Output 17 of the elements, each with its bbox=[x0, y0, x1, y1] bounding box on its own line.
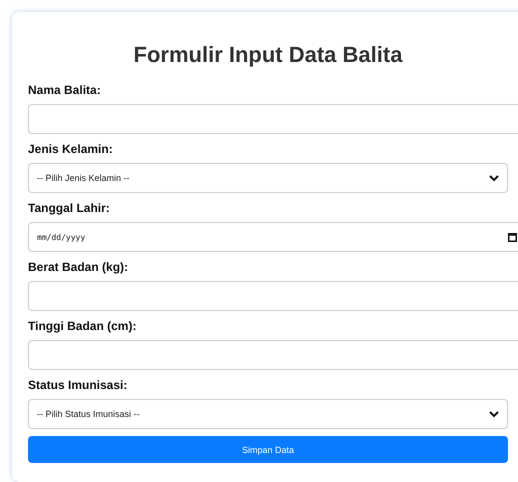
field-label: Tanggal Lahir: bbox=[28, 200, 110, 216]
dropdown[interactable]: -- Pilih Jenis Kelamin -- bbox=[28, 163, 508, 193]
field-label: Nama Balita: bbox=[28, 82, 101, 98]
dropdown[interactable]: -- Pilih Status Imunisasi -- bbox=[28, 399, 508, 429]
chevron-down-icon bbox=[489, 174, 499, 182]
form-title: Formulir Input Data Balita bbox=[132, 42, 404, 68]
chevron-down-icon bbox=[489, 410, 499, 418]
field-label: Jenis Kelamin: bbox=[28, 141, 113, 157]
field-label: Berat Badan (kg): bbox=[28, 259, 128, 275]
input-field[interactable] bbox=[28, 281, 518, 311]
input-field[interactable] bbox=[28, 104, 518, 134]
field-label: Status Imunisasi: bbox=[28, 377, 128, 393]
calendar-icon bbox=[508, 232, 517, 242]
input-field[interactable] bbox=[28, 340, 518, 370]
date-field[interactable]: mm/dd/yyyy bbox=[28, 222, 518, 252]
field-label: Tinggi Badan (cm): bbox=[28, 318, 136, 334]
save-button[interactable]: Simpan Data bbox=[28, 436, 508, 463]
